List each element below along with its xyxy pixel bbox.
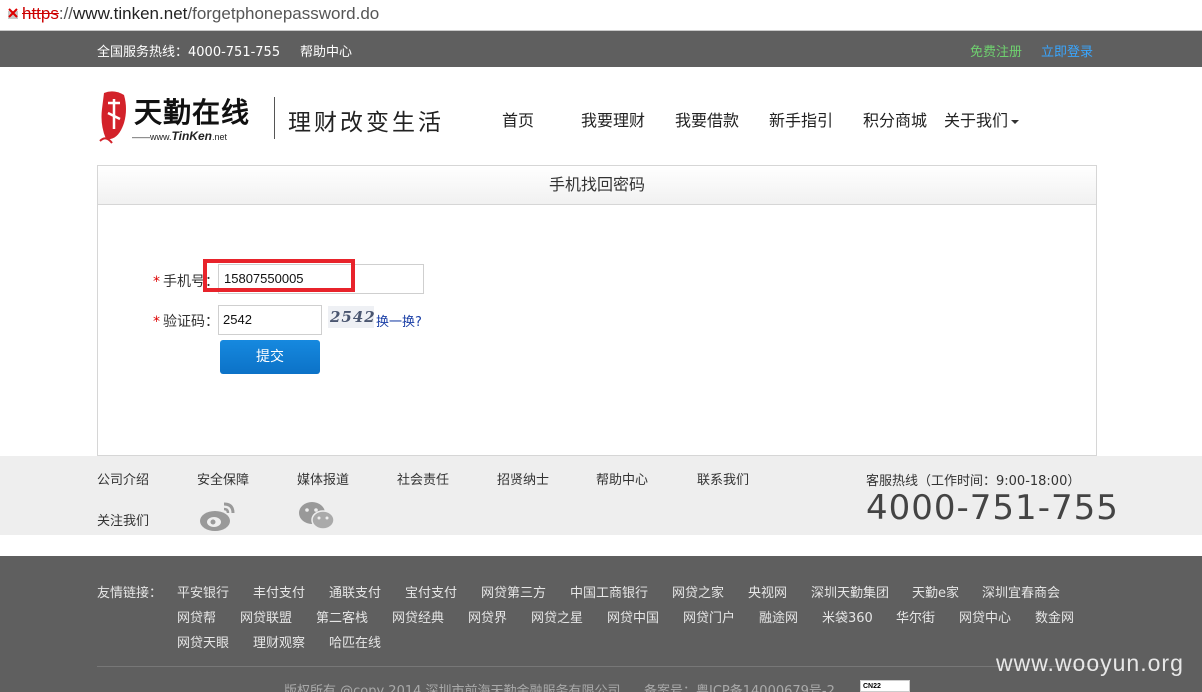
friend-link[interactable]: 天勤e家	[912, 582, 959, 601]
friend-link[interactable]: 央视网	[748, 582, 787, 601]
friend-link[interactable]: 网贷联盟	[240, 607, 292, 626]
refresh-captcha-link[interactable]: 换一换?	[376, 311, 422, 330]
phone-label-text: 手机号：	[163, 274, 219, 290]
phone-label: * 手机号：	[153, 271, 219, 291]
friend-link[interactable]: 网贷中心	[959, 607, 1011, 626]
nav-borrow[interactable]: 我要借款	[675, 107, 739, 131]
footer-link-social[interactable]: 社会责任	[397, 469, 449, 488]
submit-button[interactable]: 提交	[220, 340, 320, 374]
footer-divider	[97, 666, 1102, 667]
logo-en-brand: TinKen	[171, 129, 212, 143]
url-path: /forgetphonepassword.do	[187, 4, 380, 23]
footer-link-jobs[interactable]: 招贤纳士	[497, 469, 549, 488]
friend-link[interactable]: 网贷第三方	[481, 582, 546, 601]
friend-link[interactable]: 米袋360	[822, 607, 873, 626]
friend-link[interactable]: 深圳天勤集团	[811, 582, 889, 601]
watermark-text: www.wooyun.org	[996, 650, 1184, 676]
logo-chinese[interactable]: 天勤在线	[134, 91, 250, 131]
friend-link[interactable]: 哈匹在线	[329, 632, 381, 651]
friend-link[interactable]: 深圳宜春商会	[982, 582, 1060, 601]
footer-link-security[interactable]: 安全保障	[197, 469, 249, 488]
logo-en-prefix: www.	[150, 132, 172, 142]
logo-seal-icon[interactable]	[98, 89, 130, 145]
hotline-text: 全国服务热线：4000-751-755	[97, 45, 281, 60]
site-header: 天勤在线 ——www.TinKen.net 理财改变生活 首页 我要理财 我要借…	[0, 67, 1202, 165]
friend-link[interactable]: 网贷中国	[607, 607, 659, 626]
url-host: www.tinken.net	[73, 4, 188, 23]
footer-link-help[interactable]: 帮助中心	[596, 469, 648, 488]
logo-en-suffix: .net	[211, 132, 227, 142]
insecure-connection-icon	[8, 8, 18, 19]
required-mark: *	[153, 274, 160, 290]
nav-points-mall[interactable]: 积分商城	[863, 107, 927, 131]
friend-link[interactable]: 网贷门户	[683, 607, 735, 626]
recover-password-panel: 手机找回密码 * 手机号： 15807550005 * 验证码： 2542 2542…	[97, 165, 1097, 456]
help-center-link[interactable]: 帮助中心	[300, 41, 352, 60]
friend-link[interactable]: 网贷之家	[672, 582, 724, 601]
friend-link[interactable]: 网贷界	[468, 607, 507, 626]
friend-link[interactable]: 融途网	[759, 607, 798, 626]
friend-link[interactable]: 华尔街	[896, 607, 935, 626]
panel-title: 手机找回密码	[98, 166, 1096, 205]
captcha-image[interactable]: 2542	[328, 306, 374, 328]
footer-link-company[interactable]: 公司介绍	[97, 469, 149, 488]
nav-about-us-label: 关于我们	[944, 111, 1009, 130]
url-scheme: https	[22, 4, 59, 23]
weibo-icon[interactable]	[198, 500, 236, 532]
logo-divider	[274, 97, 275, 139]
friend-link[interactable]: 数金网	[1035, 607, 1074, 626]
follow-us-label: 关注我们	[97, 514, 150, 529]
nav-invest[interactable]: 我要理财	[581, 107, 645, 131]
friend-link[interactable]: 丰付支付	[253, 582, 305, 601]
friend-link[interactable]: 网贷之星	[531, 607, 583, 626]
browser-address-bar[interactable]: https://www.tinken.net/forgetphonepasswo…	[0, 0, 1202, 31]
nav-home[interactable]: 首页	[502, 107, 534, 131]
nav-about-us[interactable]: 关于我们	[944, 107, 1020, 131]
friend-links-label: 友情链接：	[97, 586, 163, 601]
cnzz-badge[interactable]: CN22	[860, 680, 910, 692]
friend-link[interactable]: 理财观察	[253, 632, 305, 651]
captcha-input[interactable]: 2542	[218, 305, 322, 335]
friend-link[interactable]: 网贷帮	[177, 607, 216, 626]
url-separator: ://	[58, 4, 74, 23]
nav-guide[interactable]: 新手指引	[769, 107, 833, 131]
top-strip: 全国服务热线：4000-751-755 帮助中心 免费注册 立即登录	[0, 31, 1202, 67]
logo-english: ——www.TinKen.net	[132, 129, 227, 143]
login-link[interactable]: 立即登录	[1041, 41, 1093, 60]
friend-link[interactable]: 网贷经典	[392, 607, 444, 626]
footer-gap	[0, 535, 1202, 556]
friend-link[interactable]: 中国工商银行	[570, 582, 648, 601]
register-link[interactable]: 免费注册	[970, 41, 1022, 60]
friend-link[interactable]: 平安银行	[177, 582, 229, 601]
slogan: 理财改变生活	[288, 110, 444, 136]
friend-link[interactable]: 网贷天眼	[177, 632, 229, 651]
icp-record-text: 备案号：粤ICP备14000679号-2	[644, 684, 835, 692]
copyright-text: 版权所有 @copy 2014 深圳市前海天勤金融服务有限公司	[284, 684, 621, 692]
phone-input[interactable]: 15807550005	[218, 264, 424, 294]
footer-band: 公司介绍 安全保障 媒体报道 社会责任 招贤纳士 帮助中心 联系我们 关注我们 …	[0, 456, 1202, 535]
service-phone-number: 4000-751-755	[866, 488, 1119, 528]
wechat-icon[interactable]	[298, 500, 336, 532]
service-hours-label: 客服热线（工作时间：9:00-18:00）	[866, 474, 1081, 489]
required-mark: *	[153, 314, 160, 330]
address-url[interactable]: https://www.tinken.net/forgetphonepasswo…	[22, 4, 379, 24]
caret-down-icon	[1011, 119, 1020, 124]
friend-link[interactable]: 通联支付	[329, 582, 381, 601]
code-label-text: 验证码：	[163, 314, 219, 330]
friend-link[interactable]: 第二客栈	[316, 607, 368, 626]
friend-link[interactable]: 宝付支付	[405, 582, 457, 601]
footer-link-contact[interactable]: 联系我们	[697, 469, 749, 488]
code-label: * 验证码：	[153, 311, 219, 331]
footer-link-media[interactable]: 媒体报道	[297, 469, 349, 488]
